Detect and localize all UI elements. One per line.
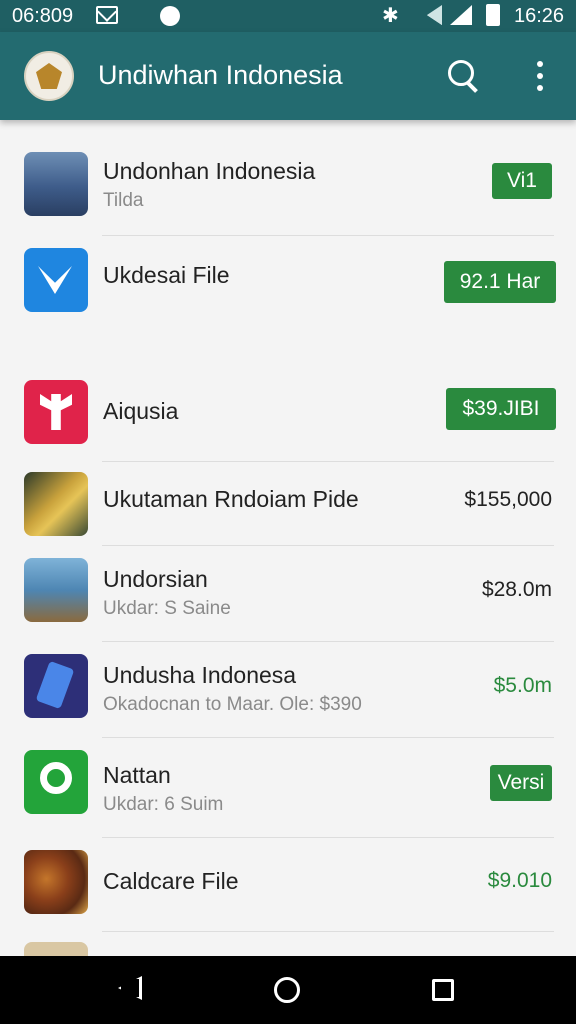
list-item[interactable]: Caldcare File $9.010 — [0, 838, 576, 932]
list-item-title: Undorsian — [103, 566, 208, 592]
list-item[interactable]: Ukutaman Rndoiam Pide $155,000 — [0, 462, 576, 546]
item-price: $5.0m — [493, 674, 552, 697]
navigation-bar — [0, 956, 576, 1024]
circle-logo-icon — [40, 762, 72, 794]
list-item-subtitle: Ukdar: S Saine — [103, 598, 231, 619]
list-item-subtitle: Okadocnan to Maar. Ole: $390 — [103, 694, 362, 715]
notification-dot-icon — [160, 6, 180, 26]
bluetooth-icon: ✱ — [382, 5, 399, 27]
list-item-title: Undonhan Indonesia — [103, 158, 316, 184]
recent-apps-icon[interactable] — [432, 979, 454, 1001]
price-badge[interactable]: $39.JIBI — [446, 388, 556, 430]
item-price: $9.010 — [487, 869, 552, 892]
item-thumbnail — [24, 380, 88, 444]
version-badge[interactable]: Versi — [490, 765, 552, 801]
status-time-left: 06:809 — [12, 5, 74, 27]
tree-icon — [40, 394, 72, 430]
list-item-subtitle: Tilda — [103, 190, 144, 211]
signal-icon — [450, 5, 472, 25]
item-thumbnail — [24, 942, 88, 956]
app-logo — [24, 51, 74, 101]
status-time-right: 16:26 — [514, 5, 565, 27]
list-item[interactable]: Undorsian Ukdar: S Saine $28.0m — [0, 546, 576, 642]
list-item-subtitle: Ukdar: 6 Suim — [103, 794, 224, 815]
list-item-title: Undusha Indonesa — [103, 662, 297, 688]
phone-icon — [35, 660, 75, 710]
item-price: $28.0m — [481, 578, 552, 601]
item-thumbnail — [24, 152, 88, 216]
size-badge[interactable]: 92.1 Har — [444, 261, 556, 303]
item-thumbnail — [24, 472, 88, 536]
battery-icon — [486, 4, 500, 26]
list-item[interactable] — [0, 932, 576, 956]
search-icon[interactable] — [446, 58, 482, 94]
list-item-title: Nattan — [103, 762, 171, 788]
mail-icon — [96, 6, 118, 24]
item-thumbnail — [24, 248, 88, 312]
back-icon[interactable] — [118, 976, 142, 1000]
list-item-title: Caldcare File — [103, 868, 239, 894]
home-icon[interactable] — [274, 977, 300, 1003]
list-item-title: Aiqusia — [103, 398, 179, 424]
item-thumbnail — [24, 558, 88, 622]
status-bar: 06:809 ✱ 16:26 — [0, 0, 576, 32]
item-thumbnail — [24, 750, 88, 814]
list-item-title: Ukdesai File — [103, 262, 230, 288]
bird-icon — [38, 266, 72, 294]
more-vert-icon[interactable] — [530, 58, 550, 94]
list-item-title: Ukutaman Rndoiam Pide — [103, 486, 359, 512]
file-list: Undonhan Indonesia Tilda Vi1 Ukdesai Fil… — [0, 120, 576, 956]
item-thumbnail — [24, 850, 88, 914]
list-item[interactable]: Ukdesai File 92.1 Har — [0, 236, 576, 376]
list-item[interactable]: Aiqusia $39.JIBI — [0, 376, 576, 462]
garuda-emblem-icon — [36, 63, 62, 89]
list-item[interactable]: Undonhan Indonesia Tilda Vi1 — [0, 120, 576, 236]
wifi-icon — [412, 5, 442, 25]
item-thumbnail — [24, 654, 88, 718]
app-title: Undiwhan Indonesia — [98, 60, 343, 90]
app-bar: Undiwhan Indonesia — [0, 32, 576, 120]
version-badge[interactable]: Vi1 — [492, 163, 552, 199]
item-price: $155,000 — [464, 488, 552, 511]
list-item[interactable]: Nattan Ukdar: 6 Suim Versi — [0, 738, 576, 838]
list-item[interactable]: Undusha Indonesa Okadocnan to Maar. Ole:… — [0, 642, 576, 738]
